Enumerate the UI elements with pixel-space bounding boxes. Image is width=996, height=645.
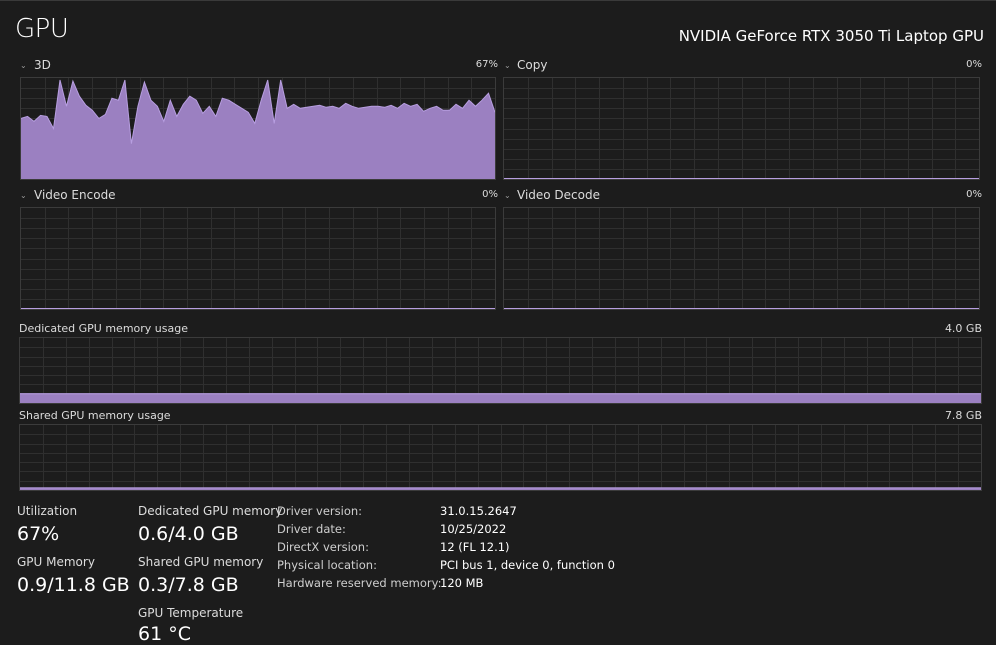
chevron-down-icon[interactable]: ⌄ xyxy=(20,61,27,70)
graph-svg xyxy=(20,338,981,403)
shared-memory-max: 7.8 GB xyxy=(944,409,982,422)
graph-svg xyxy=(504,208,979,309)
graph-svg xyxy=(20,425,981,490)
driver-version-key: Driver version: xyxy=(277,504,363,518)
dedicated-memory-max: 4.0 GB xyxy=(944,322,982,335)
graph-3d xyxy=(20,77,496,180)
engine-selector-copy[interactable]: Copy xyxy=(517,58,547,72)
page-title: GPU xyxy=(15,14,69,44)
chevron-down-icon[interactable]: ⌄ xyxy=(504,191,511,200)
driver-version-value: 31.0.15.2647 xyxy=(440,504,517,518)
engine-percent-3d: 67% xyxy=(475,59,498,70)
shared-gpu-memory-label: Shared GPU memory xyxy=(138,555,264,569)
graph-svg xyxy=(21,78,495,179)
dedicated-gpu-memory-label: Dedicated GPU memory xyxy=(138,504,283,518)
engine-selector-3d[interactable]: 3D xyxy=(34,58,51,72)
top-divider xyxy=(0,0,996,1)
gpu-temperature-value: 61 °C xyxy=(138,623,191,645)
chevron-down-icon[interactable]: ⌄ xyxy=(20,191,27,200)
engine-selector-video-encode[interactable]: Video Encode xyxy=(34,188,116,202)
hardware-reserved-memory-key: Hardware reserved memory: xyxy=(277,576,442,590)
graph-svg xyxy=(504,78,979,179)
directx-version-value: 12 (FL 12.1) xyxy=(440,540,510,554)
graph-shared-memory xyxy=(19,424,982,491)
graph-dedicated-memory xyxy=(19,337,982,404)
gpu-memory-label: GPU Memory xyxy=(17,555,95,569)
graph-video-encode xyxy=(20,207,496,310)
dedicated-gpu-memory-value: 0.6/4.0 GB xyxy=(138,523,239,545)
engine-percent-video-decode: 0% xyxy=(966,189,982,200)
engine-percent-video-encode: 0% xyxy=(482,189,498,200)
dedicated-memory-label: Dedicated GPU memory usage xyxy=(19,322,188,335)
engine-selector-video-decode[interactable]: Video Decode xyxy=(517,188,600,202)
driver-date-key: Driver date: xyxy=(277,522,346,536)
graph-video-decode xyxy=(503,207,980,310)
driver-date-value: 10/25/2022 xyxy=(440,522,507,536)
physical-location-key: Physical location: xyxy=(277,558,377,572)
memory-usage-fill xyxy=(20,393,981,403)
directx-version-key: DirectX version: xyxy=(277,540,369,554)
utilization-label: Utilization xyxy=(17,504,78,518)
graph-svg xyxy=(21,208,495,309)
engine-percent-copy: 0% xyxy=(966,59,982,70)
chevron-down-icon[interactable]: ⌄ xyxy=(504,61,511,70)
gpu-memory-value: 0.9/11.8 GB xyxy=(17,574,130,596)
gpu-model-name: NVIDIA GeForce RTX 3050 Ti Laptop GPU xyxy=(678,27,984,45)
hardware-reserved-memory-value: 120 MB xyxy=(440,576,484,590)
shared-memory-label: Shared GPU memory usage xyxy=(19,409,171,422)
physical-location-value: PCI bus 1, device 0, function 0 xyxy=(440,558,615,572)
graph-copy xyxy=(503,77,980,180)
utilization-value: 67% xyxy=(17,523,60,545)
shared-gpu-memory-value: 0.3/7.8 GB xyxy=(138,574,239,596)
gpu-temperature-label: GPU Temperature xyxy=(138,606,244,620)
